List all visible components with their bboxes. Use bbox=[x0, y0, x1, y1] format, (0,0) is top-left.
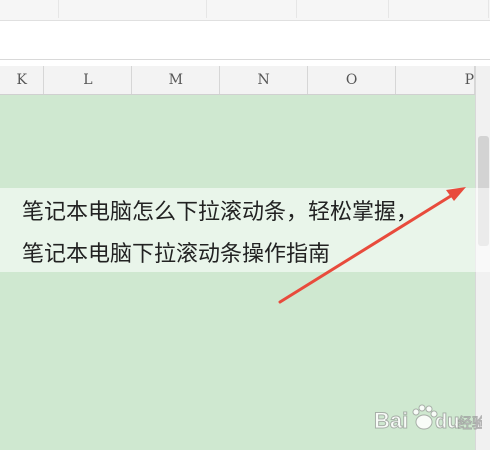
toolbar-segment bbox=[0, 0, 59, 18]
toolbar-segment bbox=[206, 0, 297, 18]
toolbar-segment bbox=[296, 0, 389, 18]
baidu-jingyan-watermark: Bai du 经验 bbox=[374, 404, 482, 434]
toolbar bbox=[0, 0, 490, 21]
column-header-p[interactable]: P bbox=[396, 66, 475, 94]
toolbar-segment bbox=[58, 0, 207, 18]
caption-line-1: 笔记本电脑怎么下拉滚动条，轻松掌握， bbox=[22, 200, 419, 225]
toolbar-segment bbox=[388, 0, 489, 18]
svg-text:Bai: Bai bbox=[374, 408, 408, 433]
cell-grid[interactable] bbox=[0, 95, 475, 450]
column-header-o[interactable]: O bbox=[308, 66, 396, 94]
column-header-m[interactable]: M bbox=[132, 66, 221, 94]
caption-line-2: 笔记本电脑下拉滚动条操作指南 bbox=[22, 242, 331, 267]
column-header-row: K L M N O P bbox=[0, 66, 475, 95]
caption-overlay: 笔记本电脑怎么下拉滚动条，轻松掌握， 笔记本电脑下拉滚动条操作指南 bbox=[0, 188, 490, 272]
svg-text:du: du bbox=[435, 411, 459, 433]
column-header-k[interactable]: K bbox=[0, 66, 45, 94]
svg-text:经验: 经验 bbox=[458, 416, 482, 432]
formula-bar[interactable] bbox=[0, 21, 490, 60]
column-header-n[interactable]: N bbox=[220, 66, 309, 94]
column-header-l[interactable]: L bbox=[44, 66, 133, 94]
